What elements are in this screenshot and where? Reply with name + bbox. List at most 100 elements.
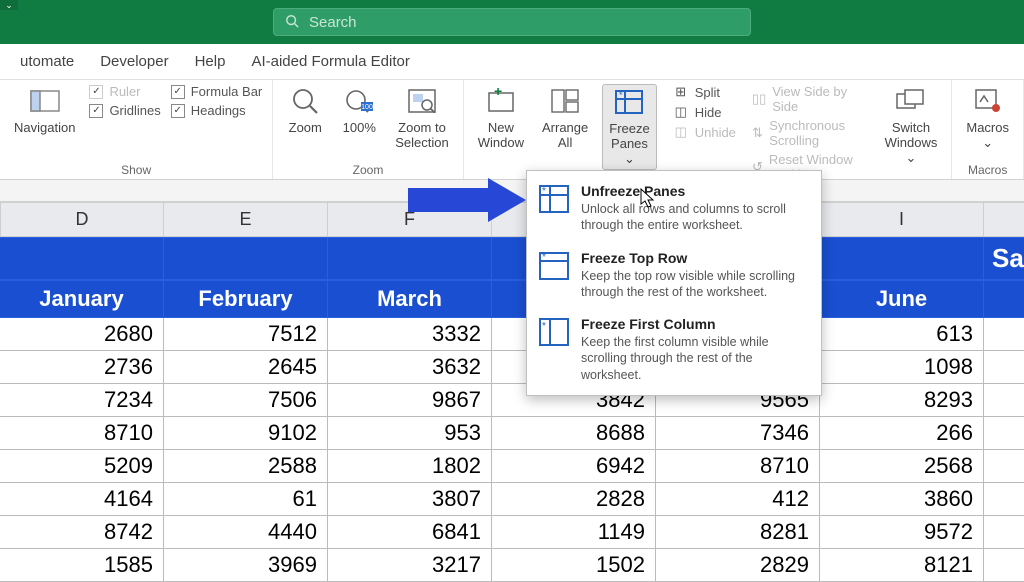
data-cell[interactable]: 2828 xyxy=(492,483,656,516)
data-cell[interactable]: 2645 xyxy=(164,351,328,384)
data-cell[interactable]: 1585 xyxy=(0,549,164,582)
data-cell[interactable] xyxy=(984,450,1024,483)
data-cell[interactable] xyxy=(984,318,1024,351)
data-cell[interactable]: 3807 xyxy=(328,483,492,516)
data-cell[interactable]: 2829 xyxy=(656,549,820,582)
data-cell[interactable]: 8281 xyxy=(656,516,820,549)
freeze-first-col-icon: * xyxy=(539,318,569,348)
switch-windows-button[interactable]: Switch Windows ⌄ xyxy=(881,84,942,168)
split-button[interactable]: ⊞Split xyxy=(673,84,736,100)
side-by-side-icon: ▯▯ xyxy=(752,91,766,107)
band-cell[interactable] xyxy=(820,237,984,280)
data-cell[interactable]: 613 xyxy=(820,318,984,351)
data-cell[interactable]: 6942 xyxy=(492,450,656,483)
band-cell[interactable] xyxy=(328,237,492,280)
quick-access-chevron-icon[interactable]: ⌄ xyxy=(0,0,18,10)
ribbon-group-macros: Macros⌄ Macros xyxy=(952,80,1024,179)
menu-developer[interactable]: Developer xyxy=(88,47,180,76)
navigation-button[interactable]: Navigation xyxy=(10,84,79,137)
new-window-button[interactable]: + New Window xyxy=(474,84,528,152)
data-cell[interactable]: 8688 xyxy=(492,417,656,450)
data-cell[interactable]: 3632 xyxy=(328,351,492,384)
data-cell[interactable] xyxy=(984,516,1024,549)
ribbon-group-zoom: Zoom 100 100% Zoom to Selection Zoom xyxy=(273,80,463,179)
menu-bar: utomate Developer Help AI-aided Formula … xyxy=(0,44,1024,80)
search-box[interactable]: Search xyxy=(273,8,751,36)
macros-button[interactable]: Macros⌄ xyxy=(962,84,1013,153)
freeze-top-row-icon: * xyxy=(539,252,569,282)
data-cell[interactable]: 3969 xyxy=(164,549,328,582)
data-cell[interactable]: 9572 xyxy=(820,516,984,549)
menu-automate[interactable]: utomate xyxy=(8,47,86,76)
sync-scroll-icon: ⇅ xyxy=(752,125,763,141)
data-cell[interactable]: 412 xyxy=(656,483,820,516)
data-cell[interactable]: 7234 xyxy=(0,384,164,417)
freeze-first-column-item[interactable]: * Freeze First ColumnKeep the first colu… xyxy=(527,308,821,391)
svg-text:*: * xyxy=(542,186,546,197)
data-cell[interactable]: 6841 xyxy=(328,516,492,549)
data-cell[interactable]: 9867 xyxy=(328,384,492,417)
zoom-button[interactable]: Zoom xyxy=(283,84,327,137)
data-cell[interactable]: 61 xyxy=(164,483,328,516)
data-cell[interactable]: 4164 xyxy=(0,483,164,516)
freeze-panes-dropdown: * Unfreeze PanesUnlock all rows and colu… xyxy=(526,170,822,396)
data-cell[interactable]: 3332 xyxy=(328,318,492,351)
data-cell[interactable]: 4440 xyxy=(164,516,328,549)
data-cell[interactable]: 2588 xyxy=(164,450,328,483)
data-cell[interactable]: 7506 xyxy=(164,384,328,417)
column-header[interactable]: E xyxy=(164,202,328,237)
month-header[interactable]: January xyxy=(0,280,164,318)
month-header[interactable]: June xyxy=(820,280,984,318)
zoom-100-button[interactable]: 100 100% xyxy=(337,84,381,137)
band-cell[interactable] xyxy=(0,237,164,280)
data-cell[interactable] xyxy=(984,549,1024,582)
spreadsheet-grid[interactable]: DEFGHISalesJanuaryFebruaryMarchJune26807… xyxy=(0,202,1024,582)
month-header[interactable]: March xyxy=(328,280,492,318)
headings-checkbox[interactable]: Headings xyxy=(171,103,263,118)
data-cell[interactable]: 2736 xyxy=(0,351,164,384)
synchronous-scrolling-button: ⇅Synchronous Scrolling xyxy=(752,118,861,148)
formula-bar-checkbox[interactable]: Formula Bar xyxy=(171,84,263,99)
data-cell[interactable]: 9102 xyxy=(164,417,328,450)
data-cell[interactable]: 7512 xyxy=(164,318,328,351)
freeze-panes-icon: * xyxy=(611,87,647,117)
data-cell[interactable] xyxy=(984,483,1024,516)
data-cell[interactable]: 266 xyxy=(820,417,984,450)
data-cell[interactable]: 1098 xyxy=(820,351,984,384)
data-cell[interactable]: 5209 xyxy=(0,450,164,483)
freeze-panes-button[interactable]: * Freeze Panes ⌄ xyxy=(602,84,656,170)
data-cell[interactable]: 8710 xyxy=(656,450,820,483)
data-cell[interactable]: 8121 xyxy=(820,549,984,582)
zoom-to-selection-button[interactable]: Zoom to Selection xyxy=(391,84,452,152)
column-header[interactable]: D xyxy=(0,202,164,237)
menu-help[interactable]: Help xyxy=(183,47,238,76)
data-cell[interactable] xyxy=(984,384,1024,417)
column-header[interactable]: I xyxy=(820,202,984,237)
zoom-to-selection-icon xyxy=(404,86,440,116)
gridlines-checkbox[interactable]: Gridlines xyxy=(89,103,160,118)
data-cell[interactable]: 2568 xyxy=(820,450,984,483)
arrange-all-button[interactable]: Arrange All xyxy=(538,84,592,152)
unfreeze-panes-item[interactable]: * Unfreeze PanesUnlock all rows and colu… xyxy=(527,175,821,242)
band-cell[interactable] xyxy=(164,237,328,280)
month-header[interactable] xyxy=(984,280,1024,318)
column-header[interactable] xyxy=(984,202,1024,237)
data-cell[interactable]: 7346 xyxy=(656,417,820,450)
month-header[interactable]: February xyxy=(164,280,328,318)
data-cell[interactable]: 3860 xyxy=(820,483,984,516)
data-cell[interactable]: 1502 xyxy=(492,549,656,582)
freeze-top-row-item[interactable]: * Freeze Top RowKeep the top row visible… xyxy=(527,242,821,309)
data-cell[interactable]: 3217 xyxy=(328,549,492,582)
data-cell[interactable]: 953 xyxy=(328,417,492,450)
data-cell[interactable] xyxy=(984,351,1024,384)
data-cell[interactable]: 8742 xyxy=(0,516,164,549)
data-cell[interactable]: 2680 xyxy=(0,318,164,351)
data-cell[interactable] xyxy=(984,417,1024,450)
data-cell[interactable]: 8710 xyxy=(0,417,164,450)
menu-ai-formula-editor[interactable]: AI-aided Formula Editor xyxy=(239,47,421,76)
band-cell[interactable]: Sales xyxy=(984,237,1024,280)
data-cell[interactable]: 1802 xyxy=(328,450,492,483)
hide-button[interactable]: ◫Hide xyxy=(673,104,736,120)
data-cell[interactable]: 1149 xyxy=(492,516,656,549)
data-cell[interactable]: 8293 xyxy=(820,384,984,417)
